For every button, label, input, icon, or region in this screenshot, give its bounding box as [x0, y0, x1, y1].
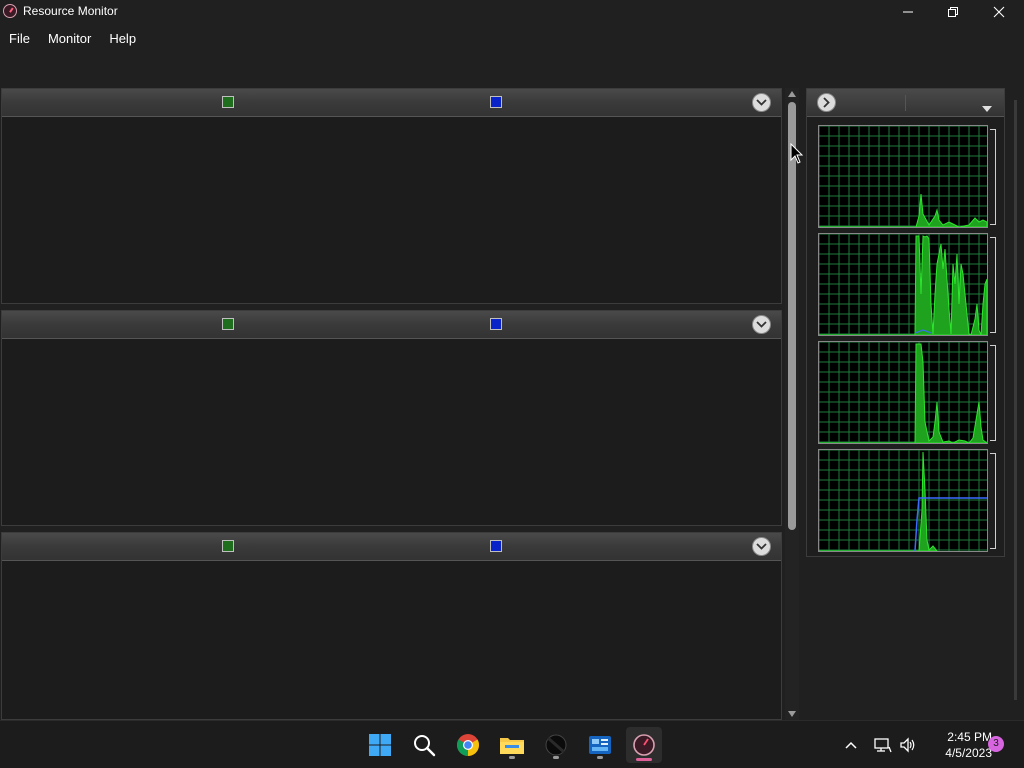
clock[interactable]: 2:45 PM 4/5/2023	[922, 729, 992, 761]
scroll-down-button[interactable]	[785, 708, 799, 720]
show-hidden-icons-button[interactable]	[836, 729, 866, 761]
legend-green-square	[222, 96, 234, 108]
graph-1-series	[819, 193, 987, 227]
graph-panel	[806, 88, 1005, 557]
graph-2-series	[819, 235, 987, 335]
scroll-thumb[interactable]	[788, 102, 796, 530]
start-button[interactable]	[364, 729, 396, 761]
graph-3-series	[819, 343, 987, 443]
chevron-down-icon	[756, 99, 767, 106]
pane-2	[1, 310, 782, 526]
graph-panel-header	[807, 89, 1004, 117]
scroll-up-button[interactable]	[785, 88, 799, 100]
resource-monitor-taskbar-button[interactable]	[626, 727, 662, 763]
graph-disk	[818, 233, 988, 336]
chrome-icon	[457, 734, 479, 756]
title-bar: Resource Monitor	[0, 0, 1024, 24]
graph-grid	[819, 126, 987, 227]
chrome-button[interactable]	[452, 729, 484, 761]
notification-badge[interactable]: 3	[988, 736, 1004, 752]
dropdown-arrow-icon	[982, 106, 992, 112]
blue-app-icon	[589, 736, 611, 754]
views-dropdown-button[interactable]	[982, 98, 992, 117]
graph-cpu	[818, 125, 988, 228]
graph-panel-expand-button[interactable]	[817, 93, 836, 112]
graph-2-scale-bracket	[990, 237, 996, 333]
clock-time: 2:45 PM	[947, 730, 992, 744]
running-indicator	[597, 756, 603, 759]
resource-monitor-icon	[633, 734, 655, 756]
graph-1-scale-bracket	[990, 129, 996, 225]
legend-blue-square	[490, 96, 502, 108]
graph-memory	[818, 449, 988, 552]
graph-4-svg	[819, 450, 987, 551]
close-icon	[993, 6, 1005, 18]
legend-green-square	[222, 318, 234, 330]
network-icon	[874, 738, 892, 753]
chevron-down-icon	[756, 543, 767, 550]
menu-bar: File Monitor Help	[0, 28, 145, 50]
running-indicator	[509, 756, 515, 759]
graph-1-svg	[819, 126, 987, 227]
running-indicator	[553, 756, 559, 759]
folder-icon	[500, 738, 524, 754]
pane-3-header[interactable]	[2, 533, 781, 561]
pane-1	[1, 88, 782, 304]
restore-button[interactable]	[930, 0, 976, 24]
desktop: Resource Monitor File Monitor Help 2:45 …	[0, 0, 1024, 768]
graph-4-scale-bracket	[990, 453, 996, 549]
pane-2-header[interactable]	[2, 311, 781, 339]
right-panel-scroll-edge	[1014, 100, 1017, 700]
file-explorer-button[interactable]	[496, 729, 528, 761]
chevron-up-icon	[845, 741, 857, 749]
pane-3	[1, 532, 782, 720]
arrow-up-icon	[788, 91, 796, 97]
close-button[interactable]	[976, 0, 1022, 24]
legend-green-square	[222, 540, 234, 552]
graph-2-svg	[819, 234, 987, 335]
taskbar: 2:45 PM 4/5/2023	[0, 720, 1024, 768]
windows-logo-icon	[369, 734, 391, 756]
search-icon	[414, 735, 436, 757]
volume-tray-button[interactable]	[893, 729, 923, 761]
clock-date: 4/5/2023	[945, 746, 992, 760]
resource-monitor-icon	[3, 4, 17, 18]
legend-blue-square	[490, 540, 502, 552]
dark-orb-icon	[545, 734, 567, 756]
arrow-down-icon	[788, 711, 796, 717]
pane-1-header[interactable]	[2, 89, 781, 117]
legend-blue-square	[490, 318, 502, 330]
chevron-down-icon	[756, 321, 767, 328]
search-button[interactable]	[408, 729, 440, 761]
blue-app-button[interactable]	[584, 729, 616, 761]
graph-3-scale-bracket	[990, 345, 996, 441]
menu-monitor[interactable]: Monitor	[39, 28, 100, 50]
mouse-cursor-icon	[790, 143, 804, 164]
vertical-scrollbar[interactable]	[785, 88, 799, 720]
graph-grid	[819, 342, 987, 443]
pane-1-collapse-button[interactable]	[752, 93, 771, 112]
minimize-button[interactable]	[885, 0, 931, 24]
menu-file[interactable]: File	[0, 28, 39, 50]
pane-3-collapse-button[interactable]	[752, 537, 771, 556]
dark-app-button[interactable]	[540, 729, 572, 761]
restore-icon	[948, 7, 958, 17]
chevron-right-icon	[823, 97, 830, 108]
speaker-icon	[900, 737, 915, 753]
menu-help[interactable]: Help	[100, 28, 145, 50]
graph-grid	[819, 450, 987, 551]
graph-3-svg	[819, 342, 987, 443]
header-divider	[905, 95, 906, 111]
graph-network	[818, 341, 988, 444]
active-indicator	[636, 758, 652, 761]
minimize-icon	[903, 11, 913, 13]
pane-2-collapse-button[interactable]	[752, 315, 771, 334]
window-title: Resource Monitor	[23, 4, 118, 18]
